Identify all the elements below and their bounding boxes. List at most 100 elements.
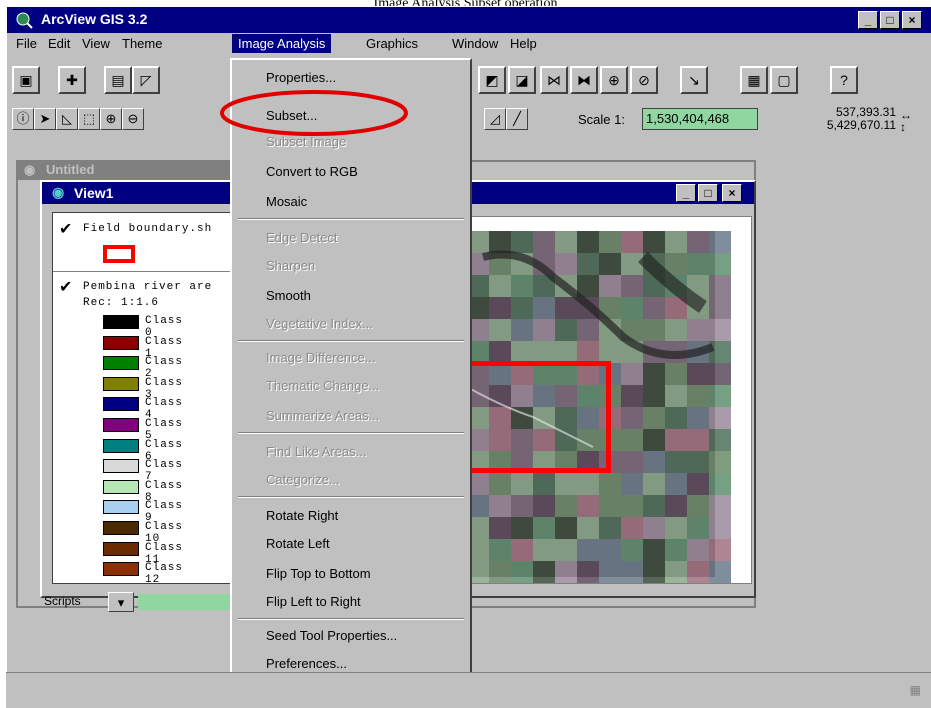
class-swatch (103, 356, 139, 371)
layout-button[interactable]: ▢ (770, 66, 798, 94)
menu-help[interactable]: Help (510, 36, 537, 51)
arrow-icon: ↘ (688, 72, 700, 88)
scripts-label[interactable]: Scripts (44, 594, 81, 608)
class-swatch (103, 521, 139, 535)
menu-file[interactable]: File (16, 36, 37, 51)
legend-icon: ◸ (140, 72, 152, 88)
highlight-ellipse (220, 90, 408, 136)
find-icon: ⊘ (638, 72, 650, 88)
menu-item-sharpen: Sharpen (266, 258, 316, 273)
menu-item-image-difference: Image Difference... (266, 350, 376, 365)
zoom-themes-icon: ◩ (485, 72, 499, 88)
class-swatch (103, 438, 139, 453)
menu-item-vegetative-index: Vegetative Index... (266, 316, 373, 331)
menu-theme[interactable]: Theme (122, 36, 162, 51)
menu-item-rotate-right[interactable]: Rotate Right (266, 508, 338, 523)
map-display[interactable] (462, 216, 752, 584)
find-button[interactable]: ⊘ (630, 66, 658, 94)
help-icon: ? (840, 72, 848, 88)
image-analysis-menu: Properties... Subset... Subset Image Con… (230, 58, 472, 684)
menu-graphics[interactable]: Graphics (366, 36, 418, 51)
view1-maximize-button[interactable]: □ (698, 184, 718, 202)
scale-label: Scale 1: (578, 112, 625, 127)
disk-icon: ▣ (19, 72, 33, 88)
select-feature-tool[interactable]: ⬚ (78, 108, 100, 130)
zoom-in-tool[interactable]: ⊕ (100, 108, 122, 130)
magnifier-minus-icon: ⊖ (127, 111, 139, 126)
class-swatch (103, 541, 139, 556)
edit-legend-button[interactable]: ◸ (132, 66, 160, 94)
zoom-out-tool[interactable]: ⊖ (122, 108, 144, 130)
zoom-previous-button[interactable]: ⊕ (600, 66, 628, 94)
toc-divider (53, 271, 241, 272)
theme1-visibility-checkbox[interactable]: ✔ (59, 219, 72, 239)
table-icon: ▦ (747, 72, 761, 88)
resize-grip-icon[interactable]: ▦ (910, 683, 921, 697)
magnifier-plus-icon: ⊕ (105, 111, 117, 126)
class-swatch (103, 397, 139, 412)
menu-item-rotate-left[interactable]: Rotate Left (266, 536, 330, 551)
add-theme-button[interactable]: ✚ (58, 66, 86, 94)
arcview-globe-icon (16, 12, 33, 29)
menu-item-flip-left-to-right[interactable]: Flip Left to Right (266, 594, 361, 609)
class-swatch (103, 418, 139, 432)
theme-properties-button[interactable]: ▤ (104, 66, 132, 94)
save-project-button[interactable]: ▣ (12, 66, 40, 94)
class-swatch (103, 459, 139, 474)
untitled-titlebar[interactable]: ◉ Untitled (16, 160, 236, 180)
pointer-tool[interactable]: ➤ (34, 108, 56, 130)
view-globe-icon: ◉ (52, 184, 65, 200)
close-button[interactable]: × (902, 11, 922, 29)
minimize-button[interactable]: _ (858, 11, 878, 29)
menu-image-analysis[interactable]: Image Analysis (232, 34, 332, 53)
menu-item-preferences[interactable]: Preferences... (266, 656, 347, 671)
menu-window[interactable]: Window (452, 36, 498, 51)
zoom-active-themes-button[interactable]: ◩ (478, 66, 506, 94)
menu-separator (238, 218, 464, 220)
subset-boundary (465, 361, 611, 473)
zoom-in-arrows-icon: ⋈ (547, 72, 561, 88)
zoom-selected-button[interactable]: ◪ (508, 66, 536, 94)
menu-item-convert-to-rgb[interactable]: Convert to RGB (266, 164, 358, 179)
identify-tool[interactable]: ⓘ (12, 108, 34, 130)
theme1-symbol (103, 245, 135, 263)
vertical-arrows-icon: ↕ (900, 120, 906, 134)
scripts-dropdown-button[interactable]: ▾ (108, 592, 134, 612)
measure-tool[interactable]: ◿ (484, 108, 506, 130)
previous-extent-icon: ⊕ (608, 72, 620, 88)
pointer-icon: ➤ (39, 111, 51, 126)
menu-item-smooth[interactable]: Smooth (266, 288, 311, 303)
query-builder-button[interactable]: ↘ (680, 66, 708, 94)
zoom-out-button[interactable]: ⧓ (570, 66, 598, 94)
layout-icon: ▢ (777, 72, 791, 88)
menu-separator (238, 340, 464, 342)
menu-item-seed-tool-properties[interactable]: Seed Tool Properties... (266, 628, 397, 643)
help-button[interactable]: ? (830, 66, 858, 94)
open-table-button[interactable]: ▦ (740, 66, 768, 94)
view1-minimize-button[interactable]: _ (676, 184, 696, 202)
menu-item-properties[interactable]: Properties... (266, 70, 336, 85)
view1-close-button[interactable]: × (722, 184, 742, 202)
status-bar: ▦ (6, 672, 931, 708)
menu-view[interactable]: View (82, 36, 110, 51)
maximize-button[interactable]: □ (880, 11, 900, 29)
scale-input[interactable]: 1,530,404,468 (642, 108, 758, 130)
menu-item-flip-top-to-bottom[interactable]: Flip Top to Bottom (266, 566, 371, 581)
theme1-label[interactable]: Field boundary.sh (83, 223, 212, 235)
theme2-label[interactable]: Pembina river are (83, 281, 212, 293)
theme2-sublabel: Rec: 1:1.6 (83, 297, 160, 309)
measure-icon: ◿ (490, 111, 500, 126)
menu-item-mosaic[interactable]: Mosaic (266, 194, 307, 209)
table-of-contents: ✔ Field boundary.sh ✔ Pembina river are … (52, 212, 242, 586)
zoom-in-button[interactable]: ⋈ (540, 66, 568, 94)
vertex-edit-tool[interactable]: ◺ (56, 108, 78, 130)
menu-edit[interactable]: Edit (48, 36, 70, 51)
menu-item-thematic-change: Thematic Change... (266, 378, 380, 393)
coordinate-readout: 537,393.31 5,429,670.11 (806, 106, 896, 132)
draw-line-tool[interactable]: ╱ (506, 108, 528, 130)
menu-item-find-like-areas: Find Like Areas... (266, 444, 367, 459)
theme2-visibility-checkbox[interactable]: ✔ (59, 277, 72, 297)
class-swatch (103, 500, 139, 515)
menu-bar: File Edit View Theme Image Analysis Grap… (6, 30, 931, 58)
menu-separator (238, 618, 464, 620)
